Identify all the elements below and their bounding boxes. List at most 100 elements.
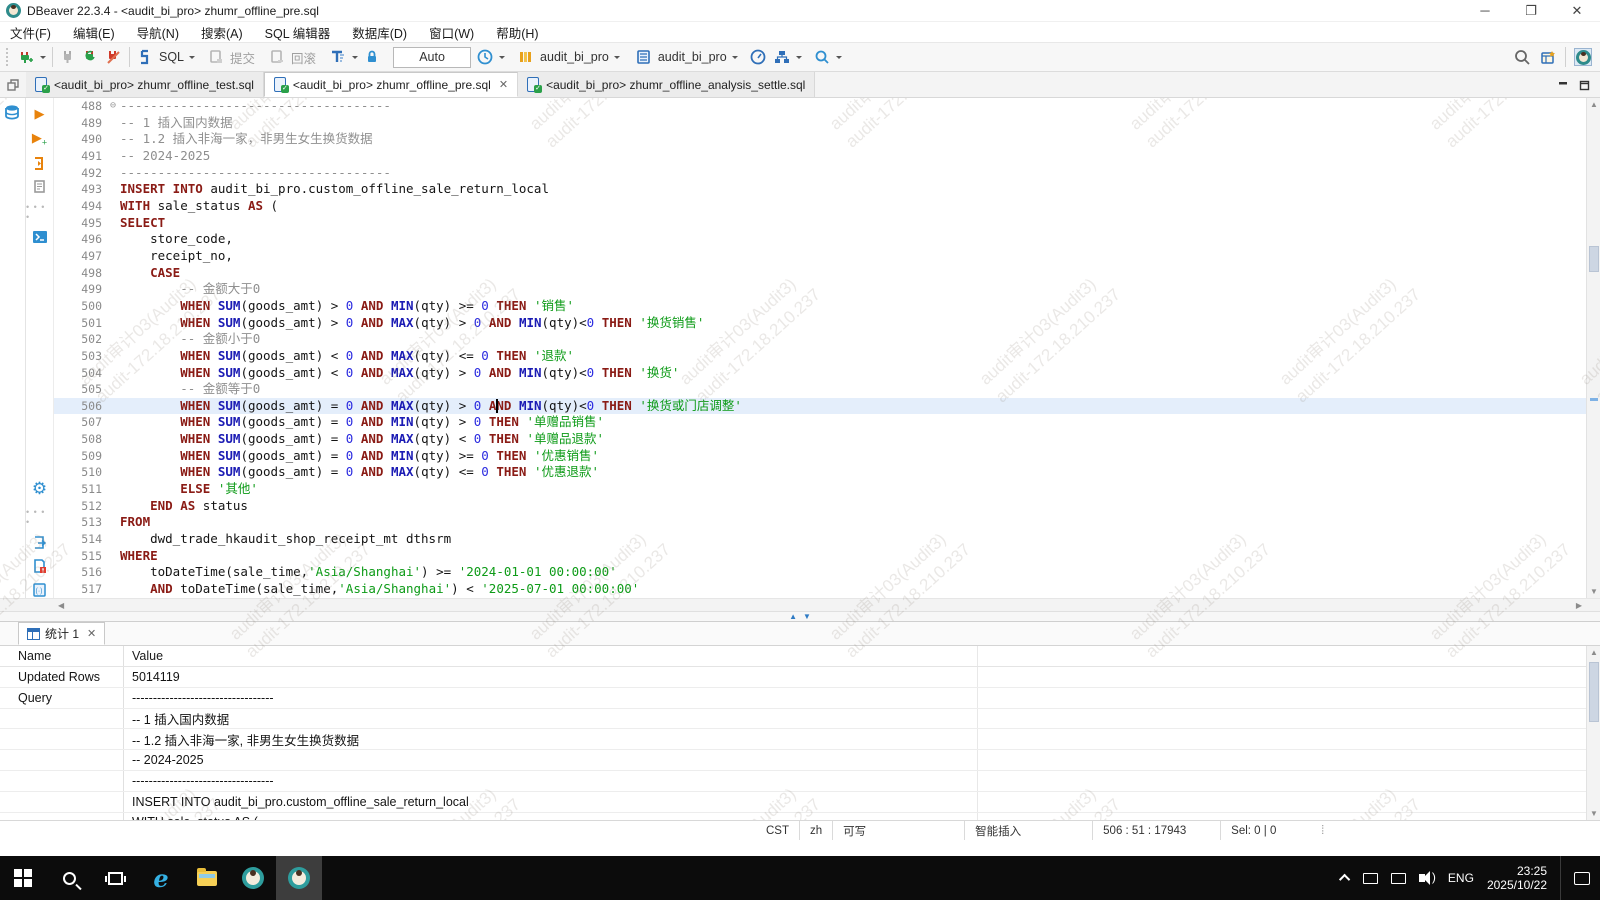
code-line-500[interactable]: 500 WHEN SUM(goods_amt) > 0 AND MIN(qty)… bbox=[54, 298, 1586, 315]
status-caret-position[interactable]: 506 : 51 : 17943 bbox=[1093, 821, 1221, 840]
stats-row-3[interactable]: -- 1.2 插入非海一家, 非男生女生换货数据 bbox=[0, 729, 1600, 750]
code-line-494[interactable]: 494WITH sale_status AS ( bbox=[54, 198, 1586, 215]
stats-row-2[interactable]: -- 1 插入国内数据 bbox=[0, 709, 1600, 730]
file-explorer-icon[interactable] bbox=[184, 856, 230, 900]
code-line-516[interactable]: 516 toDateTime(sale_time,'Asia/Shanghai'… bbox=[54, 564, 1586, 581]
minimize-button[interactable]: ─ bbox=[1462, 0, 1508, 22]
network-topology-icon[interactable] bbox=[773, 48, 791, 66]
task-view-icon[interactable] bbox=[92, 856, 138, 900]
code-line-512[interactable]: 512 END AS status bbox=[54, 498, 1586, 515]
splitter-up-arrow[interactable]: ▲ bbox=[789, 612, 797, 621]
execute-new-tab-icon[interactable]: ▶+ bbox=[32, 130, 47, 148]
sql-terminal-icon[interactable] bbox=[32, 230, 48, 244]
code-viewport[interactable]: 488⊖------------------------------------… bbox=[54, 98, 1586, 598]
reconnect-icon[interactable] bbox=[82, 48, 100, 66]
sql-editor-icon[interactable] bbox=[136, 48, 154, 66]
code-line-497[interactable]: 497 receipt_no, bbox=[54, 248, 1586, 265]
code-line-495[interactable]: 495SELECT bbox=[54, 215, 1586, 232]
editor-tab-0[interactable]: ✓<audit_bi_pro> zhumr_offline_test.sql bbox=[26, 72, 264, 97]
stats-row-7[interactable]: WITH sale_status AS ( bbox=[0, 813, 1600, 820]
code-line-489[interactable]: 489-- 1 插入国内数据 bbox=[54, 115, 1586, 132]
dbeaver-taskbar-icon[interactable] bbox=[230, 856, 276, 900]
code-line-507[interactable]: 507 WHEN SUM(goods_amt) = 0 AND MIN(qty)… bbox=[54, 414, 1586, 431]
stats-tab[interactable]: 统计 1 ✕ bbox=[18, 622, 105, 645]
fold-collapse-icon[interactable]: ⊖ bbox=[106, 98, 120, 115]
overview-current-line-mark[interactable] bbox=[1590, 398, 1598, 401]
transaction-log-dropdown[interactable] bbox=[499, 56, 505, 62]
schema-selector[interactable]: audit_bi_pro bbox=[658, 50, 727, 64]
action-center-icon[interactable] bbox=[1574, 872, 1590, 885]
transaction-filter-dropdown[interactable] bbox=[352, 56, 358, 62]
status-writable[interactable]: 可写 bbox=[833, 821, 965, 840]
code-line-515[interactable]: 515WHERE bbox=[54, 548, 1586, 565]
code-line-511[interactable]: 511 ELSE '其他' bbox=[54, 481, 1586, 498]
scroll-right-arrow[interactable]: ▶ bbox=[1576, 601, 1582, 610]
template-document-icon[interactable]: (·) bbox=[32, 582, 47, 598]
export-result-icon[interactable] bbox=[32, 535, 47, 550]
tabbar-maximize-icon[interactable] bbox=[1579, 80, 1590, 91]
disconnect-icon[interactable] bbox=[105, 48, 123, 66]
code-line-508[interactable]: 508 WHEN SUM(goods_amt) = 0 AND MAX(qty)… bbox=[54, 431, 1586, 448]
menu-item-3[interactable]: 搜索(A) bbox=[201, 23, 243, 42]
db-search-dropdown[interactable] bbox=[836, 56, 842, 62]
code-line-510[interactable]: 510 WHEN SUM(goods_amt) = 0 AND MAX(qty)… bbox=[54, 464, 1586, 481]
editor-horizontal-scrollbar[interactable]: ◀ ▶ bbox=[0, 598, 1600, 611]
code-line-509[interactable]: 509 WHEN SUM(goods_amt) = 0 AND MIN(qty)… bbox=[54, 448, 1586, 465]
editor-vertical-scrollbar[interactable]: ▲ ▼ bbox=[1586, 98, 1600, 598]
dbeaver-taskbar-icon-active[interactable] bbox=[276, 856, 322, 900]
code-line-504[interactable]: 504 WHEN SUM(goods_amt) < 0 AND MAX(qty)… bbox=[54, 365, 1586, 382]
code-line-505[interactable]: 505 -- 金额等于0 bbox=[54, 381, 1586, 398]
menu-item-1[interactable]: 编辑(E) bbox=[73, 23, 115, 42]
menu-item-0[interactable]: 文件(F) bbox=[10, 23, 51, 42]
stats-vertical-scrollbar[interactable]: ▲ ▼ bbox=[1586, 646, 1600, 820]
new-connection-dropdown[interactable] bbox=[40, 56, 46, 62]
code-line-513[interactable]: 513FROM bbox=[54, 514, 1586, 531]
execute-script-icon[interactable] bbox=[32, 156, 47, 171]
perspective-icon[interactable] bbox=[1539, 48, 1557, 66]
commit-mode-box[interactable]: Auto bbox=[393, 47, 471, 68]
taskbar-search-icon[interactable] bbox=[46, 856, 92, 900]
menu-item-5[interactable]: 数据库(D) bbox=[352, 23, 407, 42]
code-line-490[interactable]: 490-- 1.2 插入非海一家，非男生女生换货数据 bbox=[54, 131, 1586, 148]
stats-row-0[interactable]: Updated Rows5014119 bbox=[0, 667, 1600, 688]
editor-tab-2[interactable]: ✓<audit_bi_pro> zhumr_offline_analysis_s… bbox=[518, 72, 815, 97]
sql-dropdown[interactable] bbox=[189, 56, 195, 62]
menu-item-4[interactable]: SQL 编辑器 bbox=[265, 23, 331, 42]
stats-row-6[interactable]: INSERT INTO audit_bi_pro.custom_offline_… bbox=[0, 792, 1600, 813]
code-line-501[interactable]: 501 WHEN SUM(goods_amt) > 0 AND MAX(qty)… bbox=[54, 315, 1586, 332]
scroll-up-arrow[interactable]: ▲ bbox=[1587, 100, 1600, 109]
stats-table-header[interactable]: Name Value bbox=[0, 646, 1600, 667]
code-line-517[interactable]: 517 AND toDateTime(sale_time,'Asia/Shang… bbox=[54, 581, 1586, 598]
scroll-left-arrow[interactable]: ◀ bbox=[58, 601, 64, 610]
close-button[interactable]: ✕ bbox=[1554, 0, 1600, 22]
network-dropdown[interactable] bbox=[796, 56, 802, 62]
tray-expand-icon[interactable] bbox=[1339, 874, 1350, 885]
stats-row-1[interactable]: Query---------------------------------- bbox=[0, 688, 1600, 709]
new-connection-icon[interactable] bbox=[17, 48, 35, 66]
code-line-498[interactable]: 498 CASE bbox=[54, 265, 1586, 282]
stats-tab-close-icon[interactable]: ✕ bbox=[87, 627, 96, 640]
code-line-496[interactable]: 496 store_code, bbox=[54, 231, 1586, 248]
quick-access-search-icon[interactable] bbox=[1513, 48, 1531, 66]
start-button[interactable] bbox=[0, 856, 46, 900]
code-line-493[interactable]: 493INSERT INTO audit_bi_pro.custom_offli… bbox=[54, 181, 1586, 198]
code-line-491[interactable]: 491-- 2024-2025 bbox=[54, 148, 1586, 165]
tab-close-icon[interactable]: ✕ bbox=[499, 78, 508, 91]
dashboard-icon[interactable] bbox=[750, 48, 768, 66]
lock-icon[interactable] bbox=[363, 48, 381, 66]
status-timezone[interactable]: CST bbox=[756, 821, 800, 840]
schema-selector-dropdown[interactable] bbox=[732, 56, 738, 62]
taskbar-clock[interactable]: 23:25 2025/10/22 bbox=[1487, 864, 1547, 892]
tabbar-minimize-icon[interactable] bbox=[1558, 80, 1569, 91]
restore-panel-icon[interactable] bbox=[0, 72, 26, 97]
maximize-button[interactable]: ❐ bbox=[1508, 0, 1554, 22]
dbeaver-perspective-avatar[interactable] bbox=[1574, 48, 1592, 66]
transaction-filter-icon[interactable] bbox=[329, 48, 347, 66]
code-line-506[interactable]: 506 WHEN SUM(goods_amt) = 0 AND MAX(qty)… bbox=[54, 398, 1586, 415]
internet-explorer-icon[interactable]: e bbox=[138, 856, 184, 900]
database-selector[interactable]: audit_bi_pro bbox=[540, 50, 609, 64]
menu-item-6[interactable]: 窗口(W) bbox=[429, 23, 474, 42]
stats-row-5[interactable]: ---------------------------------- bbox=[0, 771, 1600, 792]
code-line-514[interactable]: 514 dwd_trade_hkaudit_shop_receipt_mt dt… bbox=[54, 531, 1586, 548]
menu-item-7[interactable]: 帮助(H) bbox=[496, 23, 538, 42]
